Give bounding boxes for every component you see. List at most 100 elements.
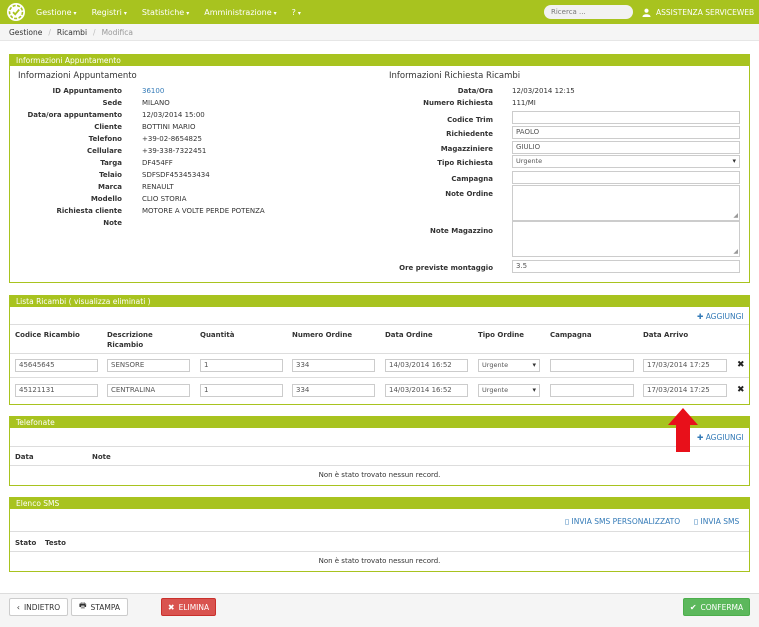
mobile-phone-icon: ▯ <box>565 517 570 526</box>
footer-bar: ‹ INDIETRO 🖶 STAMPA ✖ ELIMINA ✔ CONFERMA <box>0 593 759 627</box>
value-telefono: +39-02-8654825 <box>142 135 202 143</box>
richiedente-input[interactable]: PAOLO <box>512 126 740 139</box>
ore-previste-input[interactable]: 3.5 <box>512 260 740 273</box>
menu-statistiche[interactable]: Statistiche ▾ <box>142 8 189 17</box>
menu-amministrazione[interactable]: Amministrazione ▾ <box>204 8 276 17</box>
breadcrumb: Gestione / Ricambi / Modifica <box>0 24 759 41</box>
label-codice-trim: Codice Trim <box>447 116 493 124</box>
divider <box>10 377 749 378</box>
column-data: Data <box>15 453 34 461</box>
row1-delete-icon[interactable]: ✖ <box>737 360 745 370</box>
column-note: Note <box>92 453 111 461</box>
campagna-input[interactable] <box>512 171 740 184</box>
row1-descrizione-input[interactable]: SENSORE <box>107 359 190 372</box>
note-ordine-textarea[interactable]: ◢ <box>512 185 740 221</box>
menu-help-label: ? <box>291 7 296 17</box>
column-data-ordine: Data Ordine <box>385 331 433 339</box>
ricambi-panel-heading[interactable]: Lista Ricambi ( visualizza eliminati ) <box>10 296 749 307</box>
app-logo-icon[interactable] <box>7 3 25 21</box>
resize-handle-icon[interactable]: ◢ <box>733 249 738 255</box>
row2-numero-ordine-input[interactable]: 334 <box>292 384 375 397</box>
menu-help[interactable]: ? ▾ <box>292 8 301 17</box>
column-tipo-ordine: Tipo Ordine <box>478 331 524 339</box>
divider <box>10 324 749 325</box>
row2-descrizione-input[interactable]: CENTRALINA <box>107 384 190 397</box>
chevron-down-icon: ▾ <box>297 9 301 17</box>
add-telefonata-button[interactable]: ✚ AGGIUNGI <box>697 433 744 442</box>
row2-tipo-ordine-select[interactable]: Urgente ▾ <box>478 384 540 397</box>
row2-codice-input[interactable]: 45121131 <box>15 384 98 397</box>
telefonate-empty-message: Non è stato trovato nessun record. <box>318 471 441 479</box>
send-sms-button[interactable]: ▯ INVIA SMS <box>694 517 739 526</box>
row2-quantita-input[interactable]: 1 <box>200 384 283 397</box>
appointment-panel-heading: Informazioni Appuntamento <box>10 55 749 66</box>
user-icon <box>642 8 651 17</box>
appointment-panel: Informazioni Appuntamento Informazioni A… <box>9 54 750 283</box>
label-data-ora-appuntamento: Data/ora appuntamento <box>27 111 122 119</box>
value-cellulare: +39-338-7322451 <box>142 147 207 155</box>
confirm-button[interactable]: ✔ CONFERMA <box>683 598 750 616</box>
row1-data-arrivo-input[interactable]: 17/03/2014 17:25 <box>643 359 727 372</box>
row1-data-ordine-input[interactable]: 14/03/2014 16:52 <box>385 359 468 372</box>
row2-data-arrivo-input[interactable]: 17/03/2014 17:25 <box>643 384 727 397</box>
tipo-richiesta-select[interactable]: Urgente ▾ <box>512 155 740 168</box>
chevron-left-icon: ‹ <box>16 602 20 612</box>
top-navbar: Gestione ▾ Registri ▾ Statistiche ▾ Amminis… <box>0 0 759 24</box>
label-telaio: Telaio <box>99 171 122 179</box>
caret-down-icon: ▾ <box>732 157 736 165</box>
caret-down-icon: ▾ <box>532 386 536 394</box>
column-stato: Stato <box>15 539 37 547</box>
value-sede: MILANO <box>142 99 170 107</box>
note-magazzino-textarea[interactable]: ◢ <box>512 221 740 257</box>
column-campagna: Campagna <box>550 331 592 339</box>
back-button[interactable]: ‹ INDIETRO <box>9 598 68 616</box>
row2-campagna-input[interactable] <box>550 384 634 397</box>
row1-codice-input[interactable]: 45645645 <box>15 359 98 372</box>
value-telaio: SDFSDF453453434 <box>142 171 210 179</box>
search-input[interactable] <box>544 5 633 19</box>
label-targa: Targa <box>100 159 122 167</box>
breadcrumb-gestione[interactable]: Gestione <box>9 28 42 37</box>
delete-button[interactable]: ✖ ELIMINA <box>161 598 216 616</box>
menu-gestione-label: Gestione <box>36 7 72 17</box>
value-richiesta-cliente: MOTORE A VOLTE PERDE POTENZA <box>142 207 265 215</box>
magazziniere-input[interactable]: GIULIO <box>512 141 740 154</box>
label-cellulare: Cellulare <box>87 147 122 155</box>
column-numero-ordine: Numero Ordine <box>292 331 353 339</box>
delete-label: ELIMINA <box>178 602 210 612</box>
label-numero-richiesta: Numero Richiesta <box>423 99 493 107</box>
row2-delete-icon[interactable]: ✖ <box>737 385 745 395</box>
menu-gestione[interactable]: Gestione ▾ <box>36 8 77 17</box>
divider <box>10 551 749 552</box>
add-ricambio-button[interactable]: ✚ AGGIUNGI <box>697 312 744 321</box>
breadcrumb-modifica: Modifica <box>101 27 133 37</box>
value-numero-richiesta: 111/MI <box>512 99 536 107</box>
chevron-down-icon: ▾ <box>186 9 190 17</box>
user-name: ASSISTENZA SERVICEWEB <box>656 7 755 17</box>
user-menu[interactable]: ASSISTENZA SERVICEWEB <box>642 0 754 24</box>
value-targa: DF454FF <box>142 159 173 167</box>
label-id-appuntamento: ID Appuntamento <box>52 87 122 95</box>
value-id-appuntamento[interactable]: 36100 <box>142 87 164 95</box>
row2-tipo-ordine-value: Urgente <box>482 386 509 394</box>
row2-data-ordine-input[interactable]: 14/03/2014 16:52 <box>385 384 468 397</box>
ricambi-panel: Lista Ricambi ( visualizza eliminati ) ✚… <box>9 295 750 405</box>
row1-tipo-ordine-value: Urgente <box>482 361 509 369</box>
caret-down-icon: ▾ <box>532 361 536 369</box>
appointment-section-title: Informazioni Appuntamento <box>18 71 137 81</box>
row1-numero-ordine-input[interactable]: 334 <box>292 359 375 372</box>
label-richiedente: Richiedente <box>446 130 493 138</box>
label-tipo-richiesta: Tipo Richiesta <box>437 159 493 167</box>
menu-registri[interactable]: Registri ▾ <box>92 8 127 17</box>
row1-campagna-input[interactable] <box>550 359 634 372</box>
resize-handle-icon[interactable]: ◢ <box>733 213 738 219</box>
codice-trim-input[interactable] <box>512 111 740 124</box>
row1-quantita-input[interactable]: 1 <box>200 359 283 372</box>
send-custom-sms-button[interactable]: ▯ INVIA SMS PERSONALIZZATO <box>565 517 680 526</box>
print-button[interactable]: 🖶 STAMPA <box>71 598 128 616</box>
label-richiesta-cliente: Richiesta cliente <box>56 207 122 215</box>
send-custom-sms-label: INVIA SMS PERSONALIZZATO <box>571 517 681 526</box>
breadcrumb-ricambi[interactable]: Ricambi <box>57 28 87 37</box>
confirm-label: CONFERMA <box>700 602 744 612</box>
row1-tipo-ordine-select[interactable]: Urgente ▾ <box>478 359 540 372</box>
